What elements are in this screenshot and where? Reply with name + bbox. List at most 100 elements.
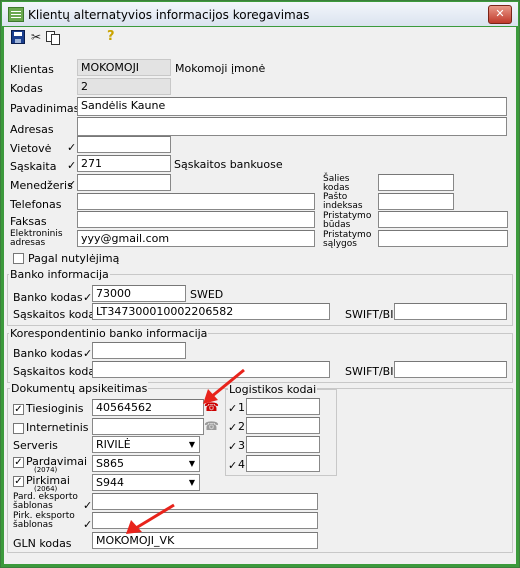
docs-exchange-title: Dokumentų apsikeitimas <box>10 382 149 395</box>
title-bar: Klientų alternatyvios informacijos koreg… <box>2 2 518 26</box>
corr-bank-title: Korespondentinio banko informacija <box>9 327 209 340</box>
logistics-row-number: 4 <box>238 458 245 471</box>
logistics-code-input[interactable] <box>246 417 320 434</box>
internetinis-input[interactable] <box>92 418 204 435</box>
faksas-label: Faksas <box>10 215 47 228</box>
bank-code-input[interactable]: 73000 <box>92 285 186 302</box>
pristatymo-budas-label-line2: būdas <box>323 220 351 230</box>
vietove-label: Vietovė <box>10 142 52 155</box>
saskaita-required-mark: ✓ <box>67 159 77 172</box>
dialog-body: ✂ ? Klientas MOKOMOJI Mokomoji įmonė Kod… <box>4 27 516 564</box>
pagal-nutylejima-checkbox[interactable] <box>13 253 24 264</box>
adresas-label: Adresas <box>10 123 54 136</box>
floppy-disk-icon[interactable] <box>11 30 25 44</box>
pardavimai-select[interactable]: S865 ▼ <box>92 455 200 472</box>
help-key-icon[interactable]: ? <box>107 30 121 44</box>
pirk-eksp-label-line2: šablonas <box>13 520 53 530</box>
corr-bank-swift-input[interactable] <box>394 361 507 378</box>
pardavimai-sub: (2074) <box>34 466 58 474</box>
logistics-required-mark: ✓ <box>228 421 238 434</box>
annotation-arrow-line <box>135 503 175 530</box>
chevron-down-icon[interactable]: ▼ <box>185 437 199 452</box>
corr-bank-code-input[interactable] <box>92 342 186 359</box>
adresas-input[interactable] <box>77 117 507 136</box>
vietove-input[interactable] <box>77 136 171 153</box>
bank-account-label: Sąskaitos kodas <box>13 308 101 321</box>
logistics-row-number: 3 <box>238 439 245 452</box>
tiesioginis-input[interactable]: 40564562 <box>92 399 204 416</box>
serveris-select[interactable]: RIVILĖ ▼ <box>92 436 200 453</box>
telefonas-label: Telefonas <box>10 198 62 211</box>
window-title: Klientų alternatyvios informacijos koreg… <box>28 8 310 22</box>
bank-account-input[interactable]: LT347300010002206582 <box>92 303 330 320</box>
serveris-label: Serveris <box>13 439 58 452</box>
tiesioginis-checkbox[interactable]: ✓ <box>13 404 24 415</box>
bank-code-label: Banko kodas <box>13 291 83 304</box>
bank-swift-label: SWIFT/BIC <box>345 308 402 321</box>
chevron-down-icon[interactable]: ▼ <box>185 475 199 490</box>
scissors-icon[interactable]: ✂ <box>31 30 45 44</box>
tiesioginis-label: Tiesioginis <box>26 402 84 415</box>
pirkimai-checkbox[interactable]: ✓ <box>13 476 24 487</box>
email-label-line2: adresas <box>10 238 46 248</box>
menedzeris-label: Menedžeris <box>10 179 73 192</box>
bank-swift-input[interactable] <box>394 303 507 320</box>
pristatymo-budas-input[interactable] <box>378 211 508 228</box>
saskaita-label: Sąskaita <box>10 160 57 173</box>
pardavimai-value: S865 <box>96 457 124 470</box>
pard-eksp-label-line2: šablonas <box>13 501 53 511</box>
pavadinimas-input[interactable]: Sandėlis Kaune <box>77 97 507 116</box>
pagal-nutylejima-label: Pagal nutylėjimą <box>28 252 120 265</box>
pard-eksp-required-mark: ✓ <box>83 499 93 512</box>
pristatymo-salygos-input[interactable] <box>378 230 508 247</box>
pavadinimas-label: Pavadinimas <box>10 102 80 115</box>
klientas-description: Mokomoji įmonė <box>175 62 266 75</box>
klientas-field: MOKOMOJI <box>77 59 171 76</box>
corr-bank-code-required-mark: ✓ <box>83 347 93 360</box>
pirkimai-select[interactable]: S944 ▼ <box>92 474 200 491</box>
saskaita-input[interactable]: 271 <box>77 155 171 172</box>
logistics-code-input[interactable] <box>246 455 320 472</box>
serveris-value: RIVILĖ <box>96 438 131 451</box>
pardavimai-checkbox[interactable]: ✓ <box>13 457 24 468</box>
close-button[interactable]: ✕ <box>488 5 512 24</box>
corr-bank-swift-label: SWIFT/BIC <box>345 365 402 378</box>
pirkimai-value: S944 <box>96 476 124 489</box>
kodas-label: Kodas <box>10 82 43 95</box>
email-input[interactable]: yyy@gmail.com <box>77 230 315 247</box>
klientas-label: Klientas <box>10 63 54 76</box>
pasto-indeksas-label-line2: indeksas <box>323 201 363 211</box>
app-icon <box>8 7 24 22</box>
internetinis-checkbox[interactable] <box>13 423 24 434</box>
logistics-required-mark: ✓ <box>228 459 238 472</box>
salies-kodas-input[interactable] <box>378 174 454 191</box>
logistics-code-input[interactable] <box>246 398 320 415</box>
logistics-row-number: 2 <box>238 420 245 433</box>
saskaita-description: Sąskaitos bankuose <box>174 158 283 171</box>
internetinis-label: Internetinis <box>26 421 89 434</box>
bank-info-title: Banko informacija <box>9 268 110 281</box>
corr-bank-code-label: Banko kodas <box>13 347 83 360</box>
faksas-input[interactable] <box>77 211 315 228</box>
bank-name: SWED <box>190 288 224 301</box>
annotation-arrow <box>126 503 175 534</box>
telefonas-input[interactable] <box>77 193 315 210</box>
annotation-arrow <box>203 368 245 404</box>
pristatymo-salygos-label-line2: sąlygos <box>323 239 357 249</box>
menedzeris-input[interactable] <box>77 174 171 191</box>
pirk-eksp-required-mark: ✓ <box>83 518 93 531</box>
gln-label: GLN kodas <box>13 537 72 550</box>
phone-disabled-icon: ☎ <box>204 419 219 433</box>
toolbar: ✂ ? <box>4 27 516 49</box>
copy-icon[interactable] <box>46 30 60 45</box>
pasto-indeksas-input[interactable] <box>378 193 454 210</box>
chevron-down-icon[interactable]: ▼ <box>185 456 199 471</box>
vietove-required-mark: ✓ <box>67 141 77 154</box>
logistics-required-mark: ✓ <box>228 440 238 453</box>
kodas-field: 2 <box>77 78 171 95</box>
annotation-arrow-line <box>210 368 245 399</box>
logistics-code-input[interactable] <box>246 436 320 453</box>
bank-code-required-mark: ✓ <box>83 291 93 304</box>
window: Klientų alternatyvios informacijos koreg… <box>0 0 520 568</box>
corr-bank-account-label: Sąskaitos kodas <box>13 365 101 378</box>
